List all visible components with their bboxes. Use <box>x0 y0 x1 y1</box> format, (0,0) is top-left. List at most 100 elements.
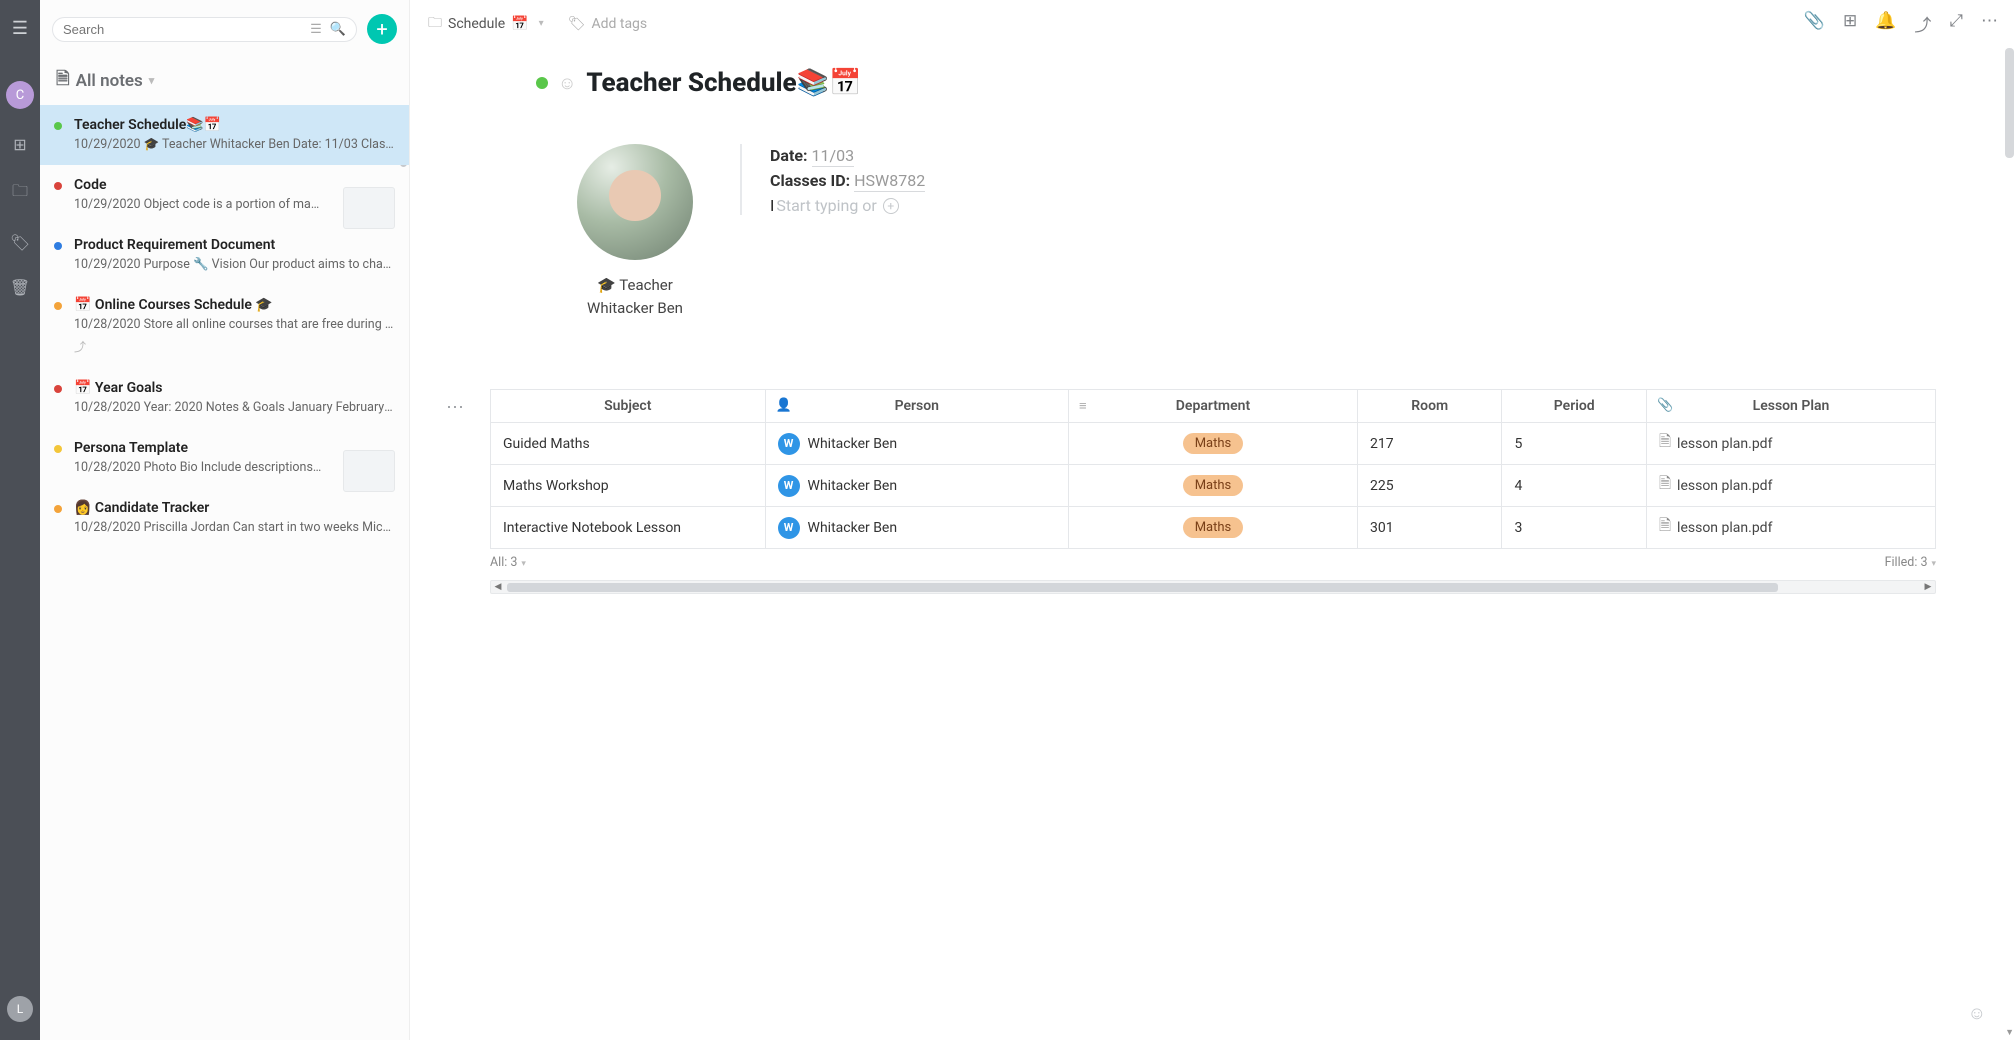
user-avatar[interactable]: L <box>7 996 33 1022</box>
main-vscrollbar[interactable]: ▼ <box>2002 48 2016 1040</box>
bell-icon[interactable]: 🔔 <box>1875 11 1896 36</box>
notes-icon: 🗎 <box>56 66 70 95</box>
cell-period[interactable]: 5 <box>1502 423 1647 465</box>
footer-all[interactable]: All: 3▾ <box>490 555 526 570</box>
sidebar-heading[interactable]: 🗎 All notes ▾ <box>40 52 409 105</box>
search-wrap: ☰ 🔍 <box>52 17 357 42</box>
note-title: Teacher Schedule📚📅 <box>74 117 395 133</box>
teacher-photo[interactable] <box>577 144 693 260</box>
emoji-button[interactable]: ☺ <box>1968 1003 1986 1024</box>
status-dot[interactable] <box>536 77 548 89</box>
attachment-icon[interactable]: 📎 <box>1804 11 1825 36</box>
main-pane: 🗀 Schedule 📅 ▾ 🏷 Add tags 📎 ⊞ 🔔 ⤴ ⤢ ⋯ <box>410 0 2016 1040</box>
note-thumbnail <box>343 187 395 229</box>
table-row[interactable]: Maths WorkshopWWhitacker BenMaths2254🗎le… <box>491 465 1936 507</box>
share-icon[interactable]: ⤴ <box>1914 11 1931 36</box>
cell-department[interactable]: Maths <box>1068 507 1357 549</box>
person-icon: 👤 <box>776 398 792 413</box>
cell-person[interactable]: WWhitacker Ben <box>765 507 1068 549</box>
date-field[interactable]: Date: 11/03 <box>770 146 925 165</box>
expand-icon[interactable]: ⤢ <box>1949 11 1963 36</box>
filter-icon[interactable]: ☰ <box>310 22 322 37</box>
note-title: 📅 Year Goals <box>74 380 395 396</box>
cell-department[interactable]: Maths <box>1068 465 1357 507</box>
add-tags-button[interactable]: 🏷 Add tags <box>568 16 647 32</box>
file-icon: 🗎 <box>1659 515 1671 540</box>
plus-icon: + <box>883 198 899 214</box>
status-dot <box>54 242 62 250</box>
add-note-button[interactable]: + <box>367 14 397 44</box>
status-dot <box>54 182 62 190</box>
workspace-avatar[interactable]: C <box>6 81 34 109</box>
hamburger-icon[interactable]: ☰ <box>12 18 28 39</box>
breadcrumb[interactable]: 🗀 Schedule 📅 ▾ <box>428 12 544 36</box>
cell-subject[interactable]: Guided Maths <box>491 423 766 465</box>
cell-subject[interactable]: Interactive Notebook Lesson <box>491 507 766 549</box>
add-tags-label: Add tags <box>591 16 647 32</box>
th-room[interactable]: Room <box>1357 390 1502 423</box>
cell-file[interactable]: 🗎lesson plan.pdf <box>1646 423 1935 465</box>
cell-department[interactable]: Maths <box>1068 423 1357 465</box>
folder-icon[interactable]: 🗀 <box>12 180 28 207</box>
note-item[interactable]: Persona Template10/28/2020 Photo Bio Inc… <box>40 428 409 488</box>
note-item[interactable]: 📅 Year Goals 10/28/2020 Year: 2020 Notes … <box>40 368 409 428</box>
tag-icon: 🏷 <box>568 16 586 32</box>
person-avatar: W <box>778 433 800 455</box>
nav-rail: ☰ C ⊞ 🗀 🏷 🗑 L <box>0 0 40 1040</box>
note-snippet: 10/28/2020 Year: 2020 Notes & Goals Janu… <box>74 400 395 415</box>
table-row[interactable]: Interactive Notebook LessonWWhitacker Be… <box>491 507 1936 549</box>
note-list[interactable]: Teacher Schedule📚📅 10/29/2020 🎓 Teacher W… <box>40 105 409 1040</box>
status-dot <box>54 505 62 513</box>
trash-icon[interactable]: 🗑 <box>10 278 30 297</box>
vscroll-thumb[interactable] <box>2005 48 2014 158</box>
classes-id-field[interactable]: Classes ID: HSW8782 <box>770 171 925 190</box>
cell-room[interactable]: 301 <box>1357 507 1502 549</box>
more-icon[interactable]: ⋯ <box>1981 11 1998 36</box>
scroll-right-icon[interactable]: ▶ <box>1921 581 1935 593</box>
cell-period[interactable]: 4 <box>1502 465 1647 507</box>
footer-filled[interactable]: Filled: 3▾ <box>1885 555 1936 570</box>
hscroll-thumb[interactable] <box>507 583 1778 592</box>
th-department[interactable]: ≡Department <box>1068 390 1357 423</box>
folder-icon: 🗀 <box>428 12 442 36</box>
apps-icon[interactable]: ⊞ <box>1843 11 1857 36</box>
grid-icon[interactable]: ⊞ <box>13 135 26 154</box>
cell-period[interactable]: 3 <box>1502 507 1647 549</box>
new-block-placeholder[interactable]: I Start typing or + <box>770 196 925 215</box>
file-icon: 🗎 <box>1659 431 1671 456</box>
block-menu-icon[interactable]: ⋯ <box>446 397 466 418</box>
cell-file[interactable]: 🗎lesson plan.pdf <box>1646 507 1935 549</box>
scroll-left-icon[interactable]: ◀ <box>491 581 505 593</box>
emoji-picker-icon[interactable]: ☺ <box>558 73 576 94</box>
cell-person[interactable]: WWhitacker Ben <box>765 423 1068 465</box>
scroll-down-icon[interactable]: ▼ <box>2005 1027 2014 1038</box>
page-title[interactable]: Teacher Schedule📚📅 <box>586 68 861 98</box>
cell-person[interactable]: WWhitacker Ben <box>765 465 1068 507</box>
file-icon: 🗎 <box>1659 473 1671 498</box>
cell-file[interactable]: 🗎lesson plan.pdf <box>1646 465 1935 507</box>
note-item[interactable]: 📅 Online Courses Schedule 🎓10/28/2020 St… <box>40 285 409 368</box>
note-item[interactable]: 👩 Candidate Tracker10/28/2020 Priscilla … <box>40 488 409 548</box>
th-subject[interactable]: Subject <box>491 390 766 423</box>
th-person[interactable]: 👤Person <box>765 390 1068 423</box>
cell-room[interactable]: 225 <box>1357 465 1502 507</box>
topbar: 🗀 Schedule 📅 ▾ 🏷 Add tags 📎 ⊞ 🔔 ⤴ ⤢ ⋯ <box>410 0 2016 48</box>
note-snippet: 10/28/2020 Priscilla Jordan Can start in… <box>74 520 395 535</box>
cell-subject[interactable]: Maths Workshop <box>491 465 766 507</box>
search-input[interactable] <box>63 22 310 37</box>
status-dot <box>54 122 62 130</box>
schedule-table: Subject 👤Person ≡Department Room Period … <box>490 389 1936 549</box>
tag-icon[interactable]: 🏷 <box>10 233 30 252</box>
note-item[interactable]: Product Requirement Document10/29/2020 P… <box>40 225 409 285</box>
note-snippet: 10/28/2020 Store all online courses that… <box>74 317 395 332</box>
note-snippet: 10/29/2020 🎓 Teacher Whitacker Ben Date:… <box>74 137 395 152</box>
note-item[interactable]: Teacher Schedule📚📅 10/29/2020 🎓 Teacher W… <box>40 105 409 165</box>
cell-room[interactable]: 217 <box>1357 423 1502 465</box>
table-row[interactable]: Guided MathsWWhitacker BenMaths2175🗎less… <box>491 423 1936 465</box>
th-lesson-plan[interactable]: 📎Lesson Plan <box>1646 390 1935 423</box>
note-item[interactable]: Code10/29/2020 Object code is a portion … <box>40 165 409 225</box>
search-icon[interactable]: 🔍 <box>330 22 346 37</box>
table-hscrollbar[interactable]: ◀ ▶ <box>490 580 1936 594</box>
person-avatar: W <box>778 517 800 539</box>
th-period[interactable]: Period <box>1502 390 1647 423</box>
